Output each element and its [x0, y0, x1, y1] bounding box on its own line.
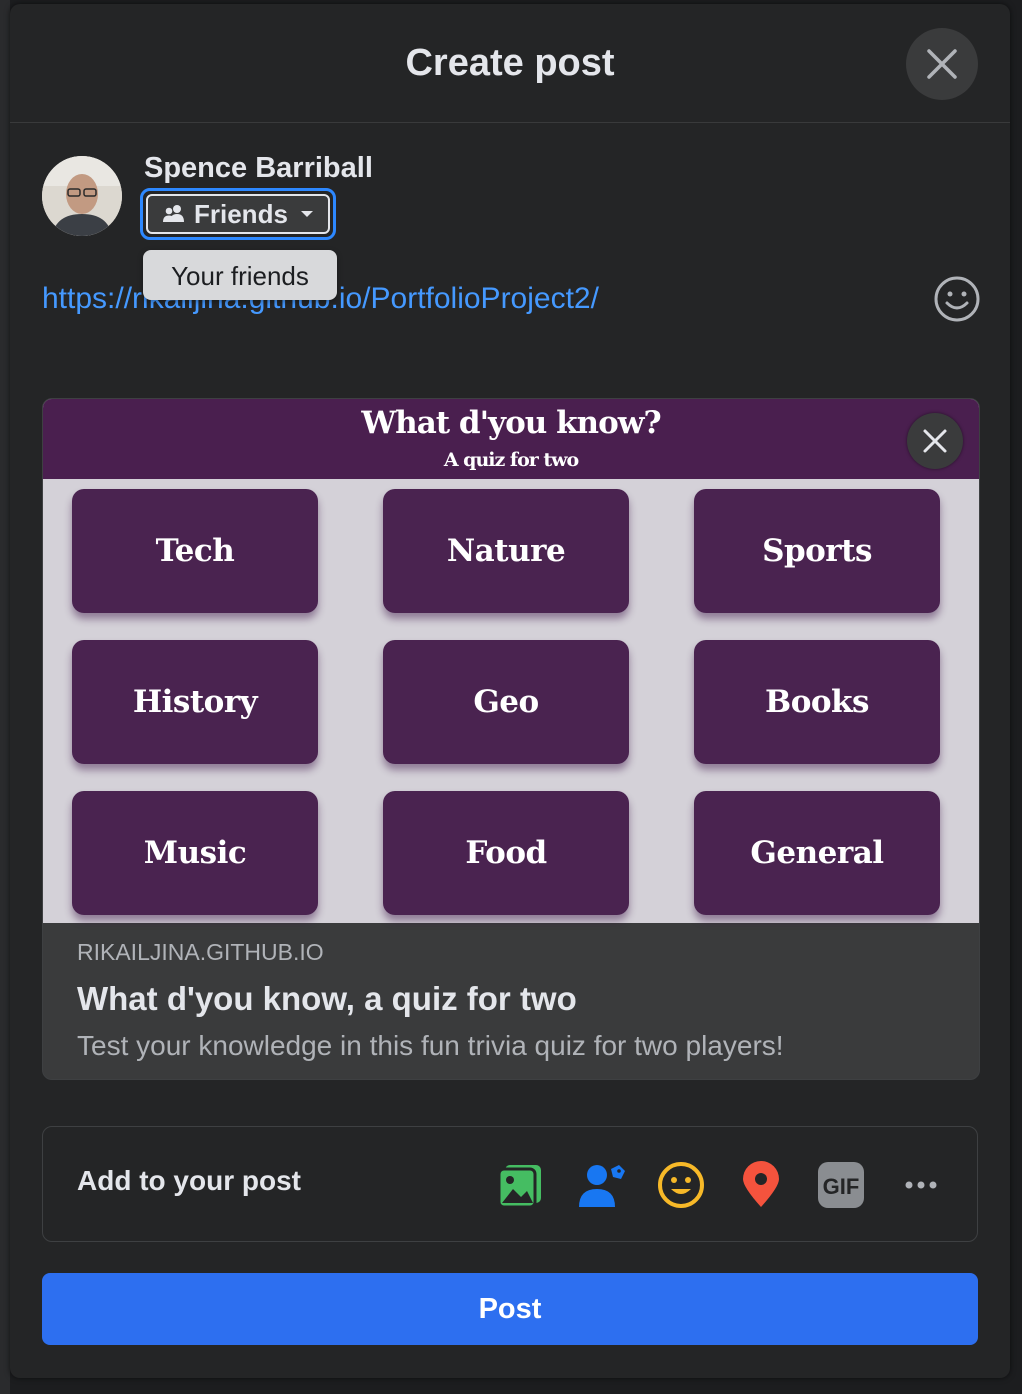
quiz-category-books: Books [694, 640, 940, 764]
quiz-subtitle: A quiz for two [443, 449, 579, 471]
emoji-button[interactable] [932, 274, 982, 324]
add-to-post-bar: Add to your post GIF [42, 1126, 978, 1242]
link-preview-image: What d'you know? A quiz for two Tech Nat… [43, 399, 979, 923]
chevron-down-icon [300, 211, 313, 217]
create-post-dialog: Create post Spence Barriball Friends You… [10, 4, 1010, 1378]
avatar[interactable] [42, 156, 122, 236]
feeling-icon[interactable] [655, 1159, 707, 1211]
audience-label: Friends [194, 198, 288, 229]
close-button[interactable] [906, 28, 978, 100]
post-button[interactable]: Post [42, 1273, 978, 1345]
close-icon [923, 429, 947, 453]
background-edge [0, 0, 10, 1394]
link-domain: RIKAILJINA.GITHUB.IO [77, 939, 324, 965]
smiley-icon [934, 276, 980, 322]
quiz-title: What d'you know? [361, 405, 661, 441]
quiz-category-general: General [694, 791, 940, 915]
quiz-category-food: Food [383, 791, 629, 915]
gif-text: GIF [823, 1174, 860, 1199]
add-to-post-label: Add to your post [77, 1165, 301, 1196]
quiz-category-tech: Tech [72, 489, 318, 613]
link-description: Test your knowledge in this fun trivia q… [77, 1030, 784, 1061]
avatar-photo [42, 156, 122, 236]
quiz-category-nature: Nature [383, 489, 629, 613]
quiz-category-history: History [72, 640, 318, 764]
gif-icon[interactable]: GIF [815, 1159, 867, 1211]
remove-preview-button[interactable] [907, 413, 963, 469]
audience-selector-button[interactable]: Friends [140, 188, 336, 240]
user-name[interactable]: Spence Barriball [144, 152, 373, 185]
quiz-category-sports: Sports [694, 489, 940, 613]
gif-icon-shape: GIF [818, 1162, 864, 1208]
friends-icon [163, 205, 184, 222]
close-icon [927, 49, 957, 79]
dialog-header: Create post [10, 4, 1010, 123]
link-preview-meta: RIKAILJINA.GITHUB.IO What d'you know, a … [77, 939, 957, 1062]
tag-people-icon[interactable] [575, 1159, 627, 1211]
link-title: What d'you know, a quiz for two [77, 980, 577, 1017]
audience-tooltip: Your friends [143, 250, 337, 300]
quiz-category-music: Music [72, 791, 318, 915]
audience-selector-inner: Friends [146, 194, 330, 234]
dialog-title: Create post [405, 42, 615, 84]
quiz-header: What d'you know? A quiz for two [43, 399, 979, 479]
link-preview-card[interactable]: What d'you know? A quiz for two Tech Nat… [42, 398, 980, 1080]
more-icon[interactable] [895, 1159, 947, 1211]
photo-video-icon[interactable] [495, 1159, 547, 1211]
check-in-icon[interactable] [735, 1159, 787, 1211]
quiz-category-geo: Geo [383, 640, 629, 764]
